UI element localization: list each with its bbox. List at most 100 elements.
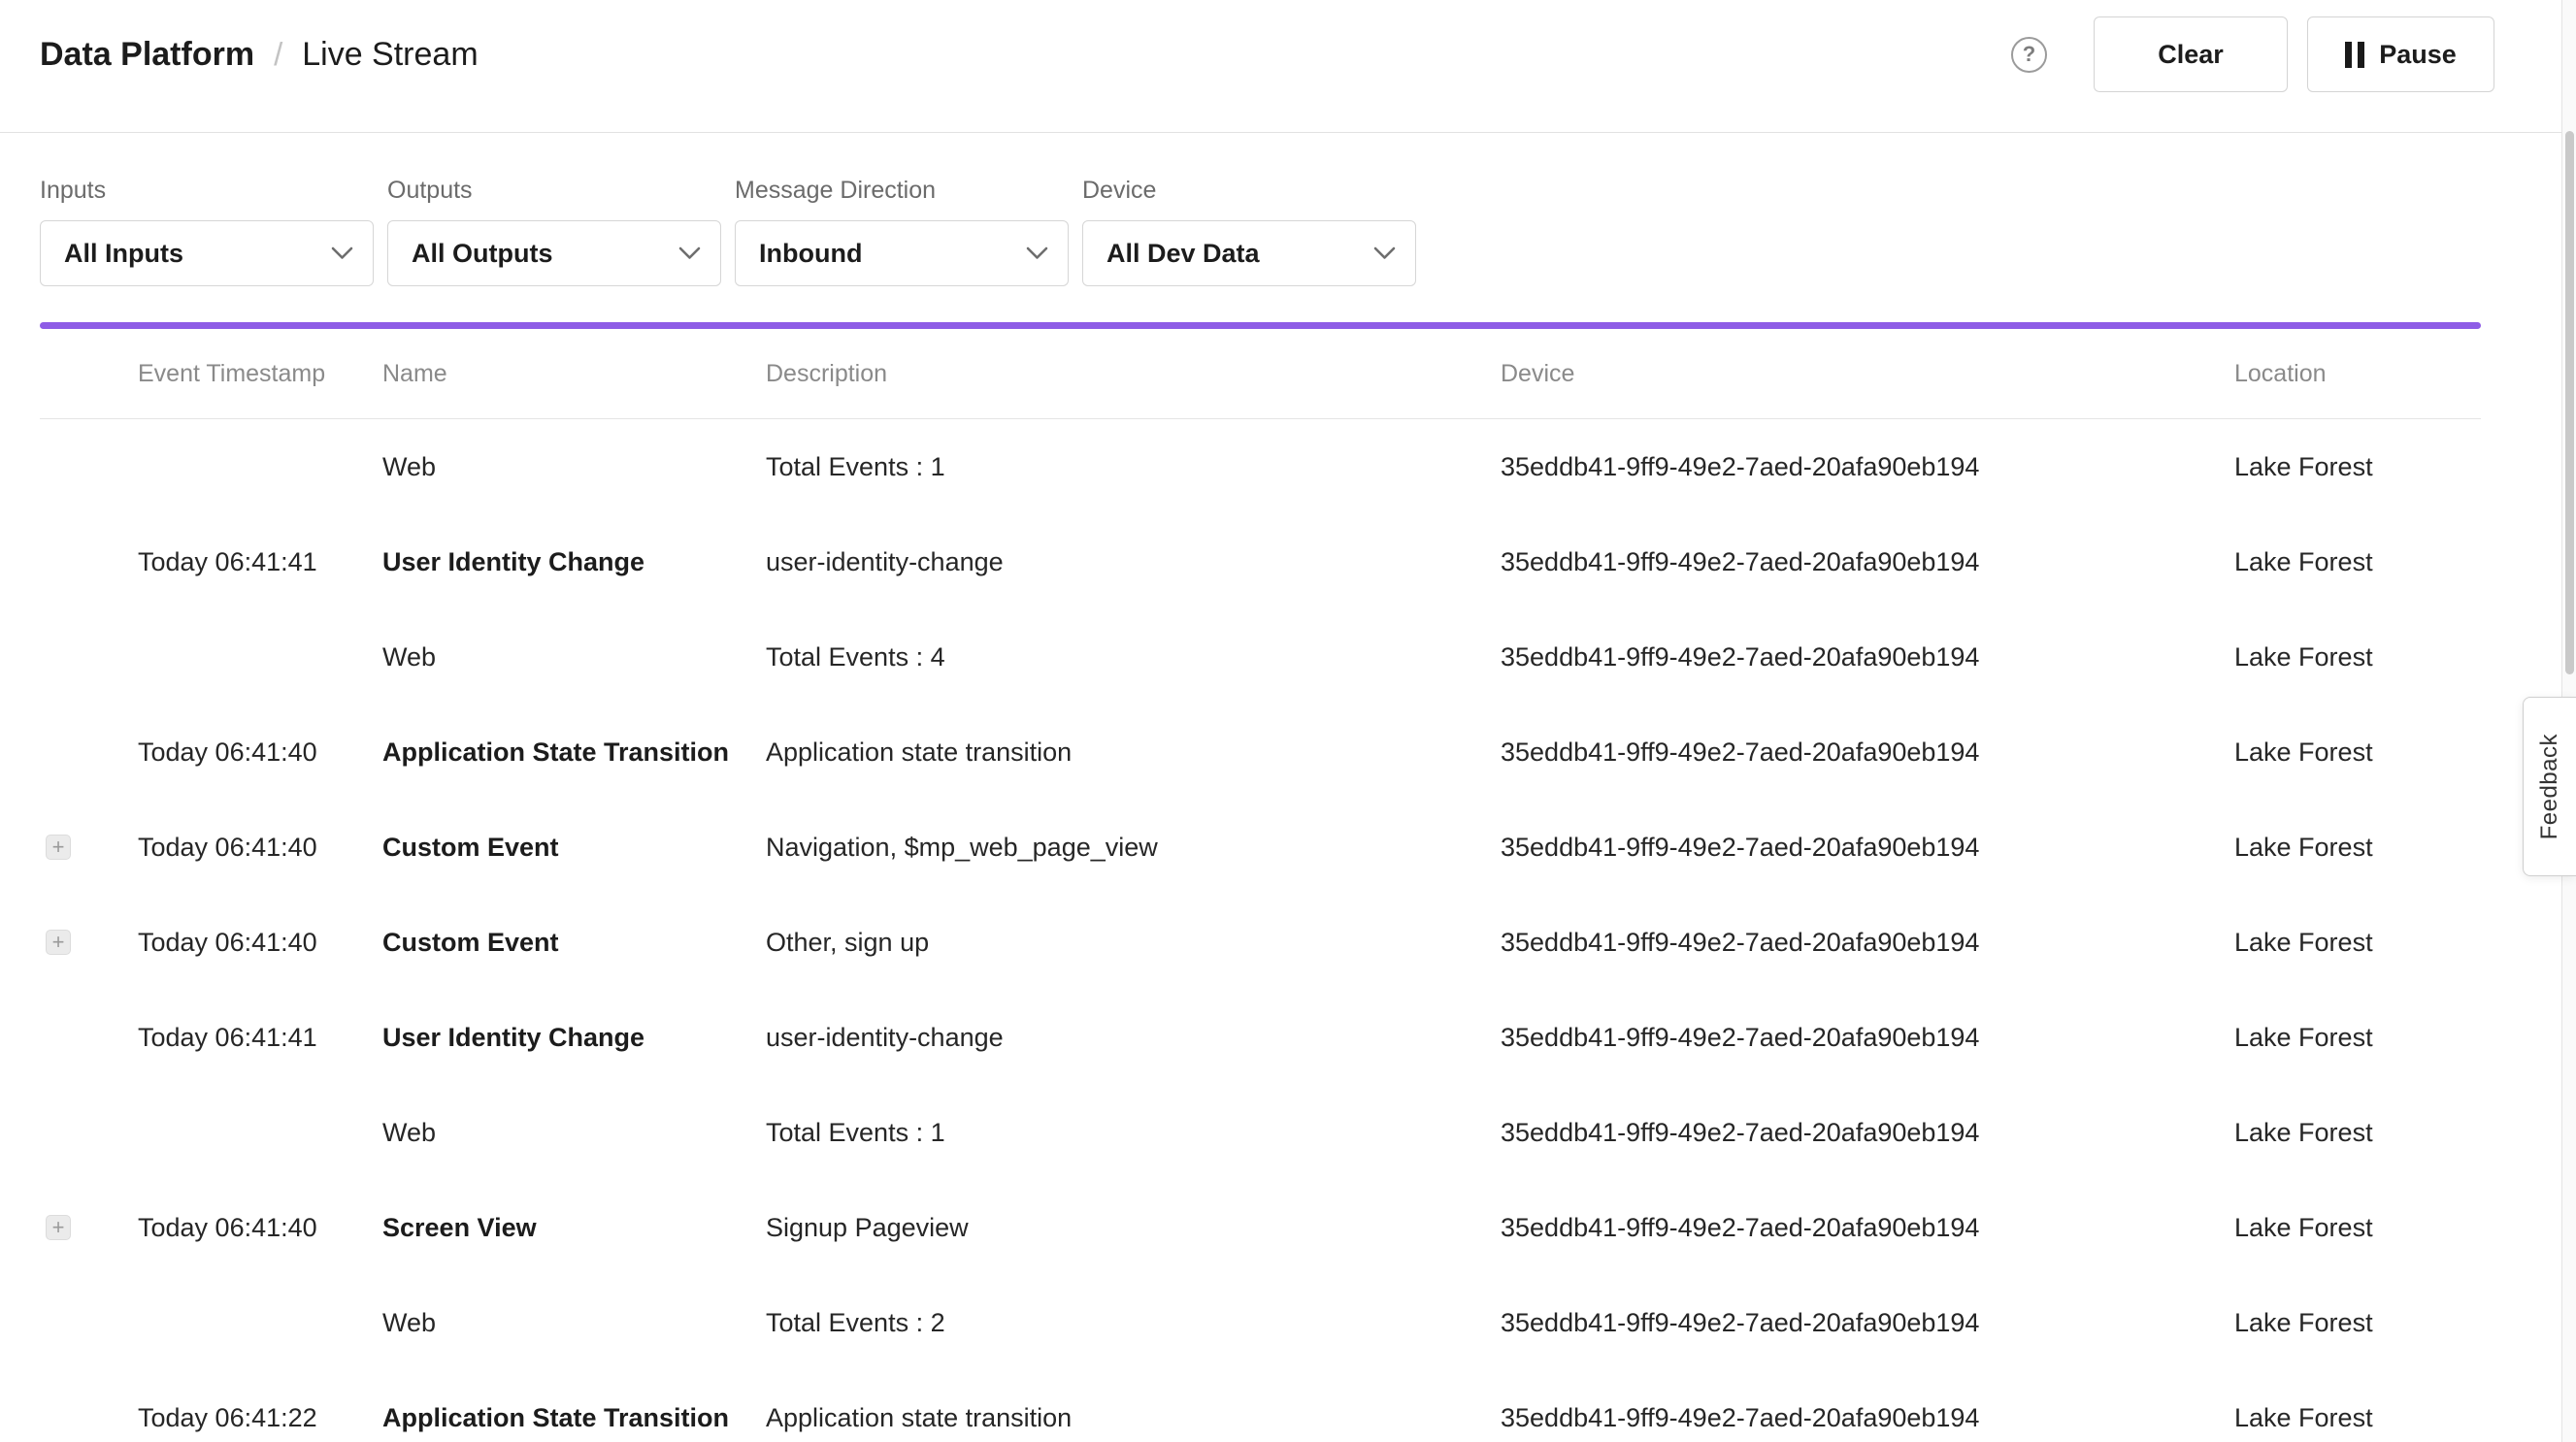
event-timestamp-cell: Today 06:41:41 bbox=[138, 547, 382, 577]
event-device-cell: 35eddb41-9ff9-49e2-7aed-20afa90eb194 bbox=[1501, 928, 2234, 958]
chevron-down-icon bbox=[678, 246, 701, 260]
inputs-select[interactable]: All Inputs bbox=[40, 220, 374, 286]
event-device-cell: 35eddb41-9ff9-49e2-7aed-20afa90eb194 bbox=[1501, 1308, 2234, 1338]
event-location-cell: Lake Forest bbox=[2234, 928, 2481, 958]
filter-group-device: Device All Dev Data bbox=[1082, 176, 1416, 286]
message-direction-select[interactable]: Inbound bbox=[735, 220, 1069, 286]
event-name-cell: Application State Transition bbox=[382, 1403, 766, 1433]
event-timestamp-cell: Today 06:41:40 bbox=[138, 1213, 382, 1243]
table-row[interactable]: + Today 06:41:22 Application State Trans… bbox=[40, 1370, 2481, 1442]
event-name-cell: Custom Event bbox=[382, 833, 766, 863]
event-name-cell: User Identity Change bbox=[382, 547, 766, 577]
column-header-device: Device bbox=[1501, 360, 2234, 388]
expand-cell: + bbox=[40, 454, 138, 479]
event-description-cell: user-identity-change bbox=[766, 547, 1501, 577]
event-name-cell: Web bbox=[382, 1118, 766, 1148]
pause-icon bbox=[2345, 42, 2364, 68]
breadcrumb-separator: / bbox=[274, 36, 282, 73]
table-row[interactable]: + Today 06:41:40 Custom Event Navigation… bbox=[40, 800, 2481, 895]
loading-bar bbox=[40, 322, 2481, 329]
event-location-cell: Lake Forest bbox=[2234, 1403, 2481, 1433]
help-glyph: ? bbox=[2023, 42, 2035, 67]
column-header-event-timestamp: Event Timestamp bbox=[138, 360, 382, 388]
column-header-description: Description bbox=[766, 360, 1501, 388]
expand-icon[interactable]: + bbox=[46, 930, 71, 955]
event-name-cell: Application State Transition bbox=[382, 737, 766, 768]
expand-icon[interactable]: + bbox=[46, 1215, 71, 1240]
event-description-cell: Total Events : 1 bbox=[766, 1118, 1501, 1148]
chevron-down-icon bbox=[1373, 246, 1396, 260]
event-description-cell: Total Events : 1 bbox=[766, 452, 1501, 482]
filter-group-inputs: Inputs All Inputs bbox=[40, 176, 374, 286]
expand-cell: + bbox=[40, 549, 138, 574]
events-table: Event Timestamp Name Description Device … bbox=[40, 329, 2481, 1442]
event-location-cell: Lake Forest bbox=[2234, 547, 2481, 577]
table-row[interactable]: + Today 06:41:41 User Identity Change us… bbox=[40, 990, 2481, 1085]
event-description-cell: user-identity-change bbox=[766, 1023, 1501, 1053]
table-row[interactable]: + Web Total Events : 1 35eddb41-9ff9-49e… bbox=[40, 419, 2481, 514]
breadcrumb: Data Platform / Live Stream bbox=[40, 36, 479, 74]
filter-bar: Inputs All Inputs Outputs All Outputs Me… bbox=[0, 176, 2576, 286]
table-row[interactable]: + Today 06:41:40 Application State Trans… bbox=[40, 705, 2481, 800]
event-description-cell: Signup Pageview bbox=[766, 1213, 1501, 1243]
event-description-cell: Navigation, $mp_web_page_view bbox=[766, 833, 1501, 863]
event-description-cell: Other, sign up bbox=[766, 928, 1501, 958]
pause-label: Pause bbox=[2379, 40, 2457, 70]
expand-icon[interactable]: + bbox=[46, 835, 71, 860]
table-row[interactable]: + Web Total Events : 4 35eddb41-9ff9-49e… bbox=[40, 609, 2481, 705]
event-location-cell: Lake Forest bbox=[2234, 737, 2481, 768]
help-icon[interactable]: ? bbox=[2011, 37, 2047, 73]
feedback-tab[interactable]: Feedback bbox=[2523, 697, 2576, 876]
event-device-cell: 35eddb41-9ff9-49e2-7aed-20afa90eb194 bbox=[1501, 833, 2234, 863]
event-name-cell: Screen View bbox=[382, 1213, 766, 1243]
table-row[interactable]: + Today 06:41:40 Custom Event Other, sig… bbox=[40, 895, 2481, 990]
table-row[interactable]: + Web Total Events : 2 35eddb41-9ff9-49e… bbox=[40, 1275, 2481, 1370]
breadcrumb-data-platform[interactable]: Data Platform bbox=[40, 36, 254, 74]
scrollbar-thumb[interactable] bbox=[2565, 131, 2574, 674]
filter-label-message-direction: Message Direction bbox=[735, 176, 1069, 205]
event-location-cell: Lake Forest bbox=[2234, 833, 2481, 863]
clear-button[interactable]: Clear bbox=[2094, 16, 2288, 92]
outputs-select[interactable]: All Outputs bbox=[387, 220, 721, 286]
event-device-cell: 35eddb41-9ff9-49e2-7aed-20afa90eb194 bbox=[1501, 1213, 2234, 1243]
live-stream-page: Data Platform / Live Stream ? Clear Paus… bbox=[0, 0, 2576, 1442]
event-name-cell: Custom Event bbox=[382, 928, 766, 958]
event-timestamp-cell: Today 06:41:41 bbox=[138, 1023, 382, 1053]
event-description-cell: Total Events : 4 bbox=[766, 642, 1501, 672]
breadcrumb-live-stream: Live Stream bbox=[302, 36, 478, 74]
event-timestamp-cell: Today 06:41:22 bbox=[138, 1403, 382, 1433]
event-name-cell: Web bbox=[382, 1308, 766, 1338]
table-row[interactable]: + Today 06:41:41 User Identity Change us… bbox=[40, 514, 2481, 609]
app-header: Data Platform / Live Stream ? Clear Paus… bbox=[0, 0, 2576, 133]
inputs-select-value: All Inputs bbox=[64, 239, 183, 269]
table-row[interactable]: + Today 06:41:40 Screen View Signup Page… bbox=[40, 1180, 2481, 1275]
event-location-cell: Lake Forest bbox=[2234, 1308, 2481, 1338]
expand-cell: + bbox=[40, 739, 138, 765]
event-device-cell: 35eddb41-9ff9-49e2-7aed-20afa90eb194 bbox=[1501, 1118, 2234, 1148]
event-description-cell: Application state transition bbox=[766, 737, 1501, 768]
event-name-cell: Web bbox=[382, 642, 766, 672]
filter-label-inputs: Inputs bbox=[40, 176, 374, 205]
filter-group-outputs: Outputs All Outputs bbox=[387, 176, 721, 286]
expand-cell: + bbox=[40, 1025, 138, 1050]
outputs-select-value: All Outputs bbox=[412, 239, 552, 269]
filter-group-message-direction: Message Direction Inbound bbox=[735, 176, 1069, 286]
expand-cell: + bbox=[40, 930, 138, 955]
pause-button[interactable]: Pause bbox=[2307, 16, 2494, 92]
column-header-location: Location bbox=[2234, 360, 2481, 388]
expand-cell: + bbox=[40, 835, 138, 860]
event-timestamp-cell: Today 06:41:40 bbox=[138, 928, 382, 958]
event-location-cell: Lake Forest bbox=[2234, 642, 2481, 672]
event-device-cell: 35eddb41-9ff9-49e2-7aed-20afa90eb194 bbox=[1501, 1023, 2234, 1053]
chevron-down-icon bbox=[1026, 246, 1048, 260]
device-select[interactable]: All Dev Data bbox=[1082, 220, 1416, 286]
event-location-cell: Lake Forest bbox=[2234, 1213, 2481, 1243]
event-description-cell: Total Events : 2 bbox=[766, 1308, 1501, 1338]
chevron-down-icon bbox=[331, 246, 353, 260]
event-device-cell: 35eddb41-9ff9-49e2-7aed-20afa90eb194 bbox=[1501, 1403, 2234, 1433]
expand-cell: + bbox=[40, 1215, 138, 1240]
header-actions: ? Clear Pause bbox=[2011, 16, 2494, 92]
event-location-cell: Lake Forest bbox=[2234, 452, 2481, 482]
event-name-cell: Web bbox=[382, 452, 766, 482]
table-row[interactable]: + Web Total Events : 1 35eddb41-9ff9-49e… bbox=[40, 1085, 2481, 1180]
